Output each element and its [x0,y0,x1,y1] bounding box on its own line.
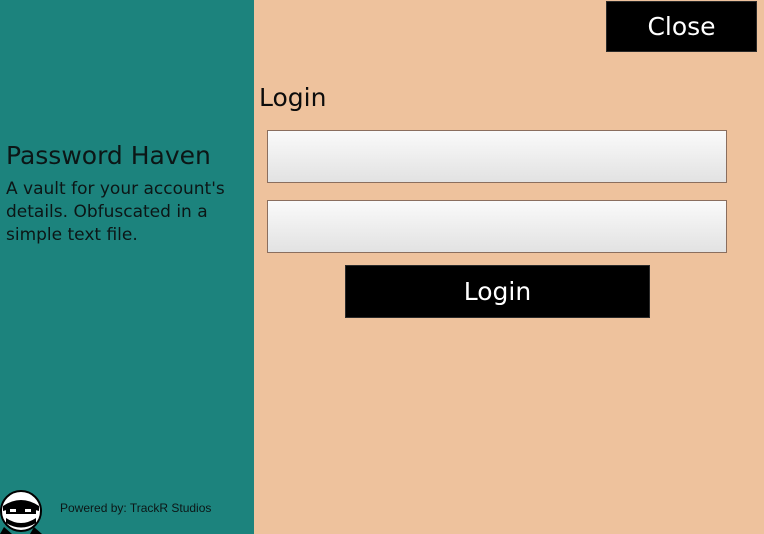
app-window: Password Haven A vault for your account'… [0,0,764,534]
login-button[interactable]: Login [345,265,650,318]
password-field[interactable] [267,200,727,253]
username-field[interactable] [267,130,727,183]
sidebar: Password Haven A vault for your account'… [0,0,254,534]
close-button[interactable]: Close [606,1,757,52]
app-tagline: A vault for your account's details. Obfu… [6,179,225,245]
app-title: Password Haven [6,141,211,170]
ninja-mascot-icon [0,488,46,534]
powered-by-text: Powered by: TrackR Studios [60,501,212,515]
login-heading: Login [259,83,327,112]
